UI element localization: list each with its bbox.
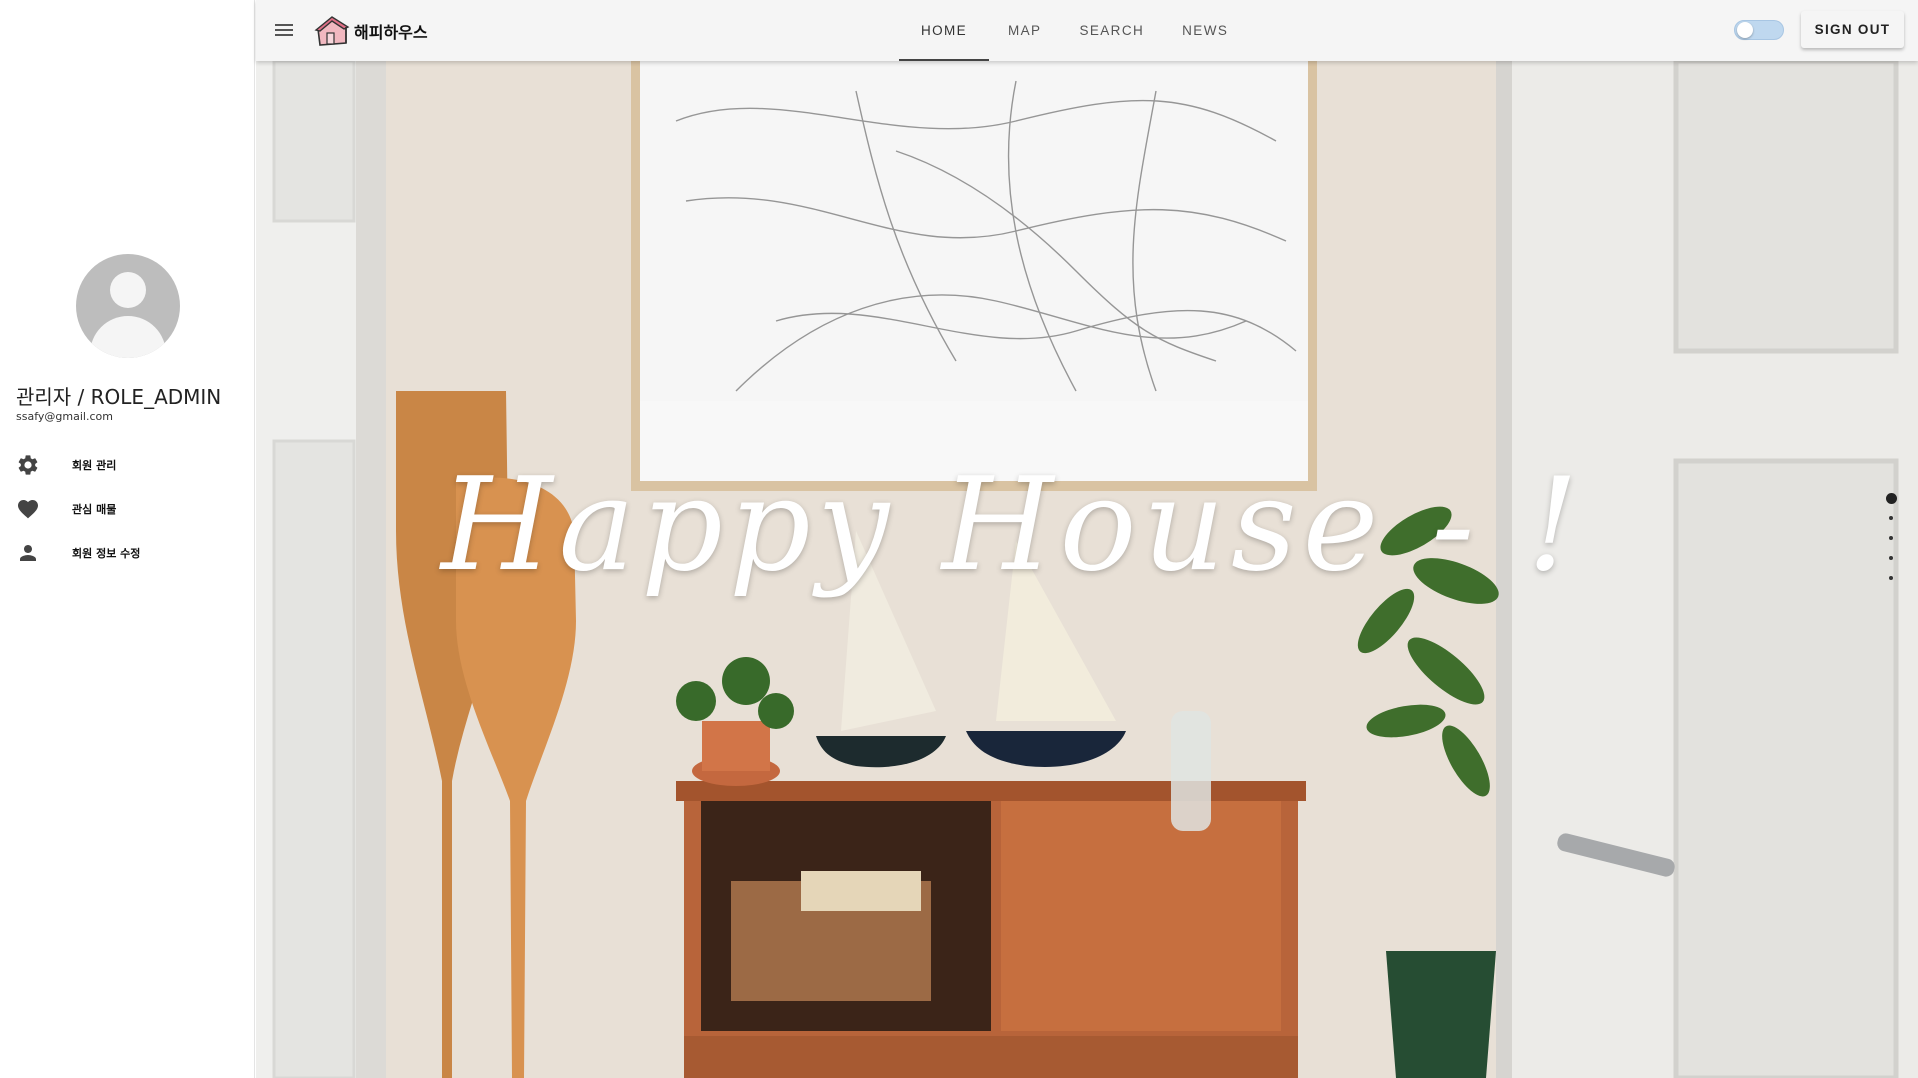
carousel-dot[interactable] [1889,536,1893,540]
drawer-item-label: 관심 매물 [72,503,117,516]
app-bar: 해피하우스 HOME MAP SEARCH NEWS SIGN OUT [256,0,1918,61]
drawer-item-favorite-listings[interactable]: 관심 매물 [0,487,255,531]
logo[interactable]: 해피하우스 [314,14,428,48]
drawer-item-label: 회원 정보 수정 [72,547,141,560]
tab-home[interactable]: HOME [899,0,989,61]
heart-icon [18,500,38,519]
person-icon [20,545,36,561]
theme-toggle[interactable] [1734,19,1784,41]
user-email: ssafy@gmail.com [16,410,113,423]
drawer-menu: 회원 관리 관심 매물 회원 정보 수정 [0,443,255,575]
hero-carousel: Happy House - ! [256,61,1918,1078]
carousel-dot[interactable] [1885,493,1897,504]
avatar [76,254,180,358]
menu-icon[interactable] [272,18,296,42]
user-name: 관리자 / ROLE_ADMIN [16,385,222,409]
logo-text: 해피하우스 [354,23,428,42]
tab-search[interactable]: SEARCH [1060,0,1163,61]
main-tabs: HOME MAP SEARCH NEWS [899,0,1247,61]
navigation-drawer: 관리자 / ROLE_ADMIN ssafy@gmail.com 회원 관리 관… [0,0,255,1078]
drawer-item-edit-profile[interactable]: 회원 정보 수정 [0,531,255,575]
carousel-pagination [1881,493,1901,596]
sign-out-button[interactable]: SIGN OUT [1801,11,1904,48]
carousel-dot[interactable] [1889,576,1893,580]
house-logo-icon [314,16,350,46]
drawer-item-label: 회원 관리 [72,459,117,472]
carousel-dot[interactable] [1889,556,1893,560]
carousel-dot[interactable] [1889,516,1893,520]
tab-map[interactable]: MAP [989,0,1060,61]
gear-icon [18,455,38,475]
drawer-item-member-management[interactable]: 회원 관리 [0,443,255,487]
tab-news[interactable]: NEWS [1163,0,1247,61]
hero-title: Happy House - ! [441,451,1585,600]
